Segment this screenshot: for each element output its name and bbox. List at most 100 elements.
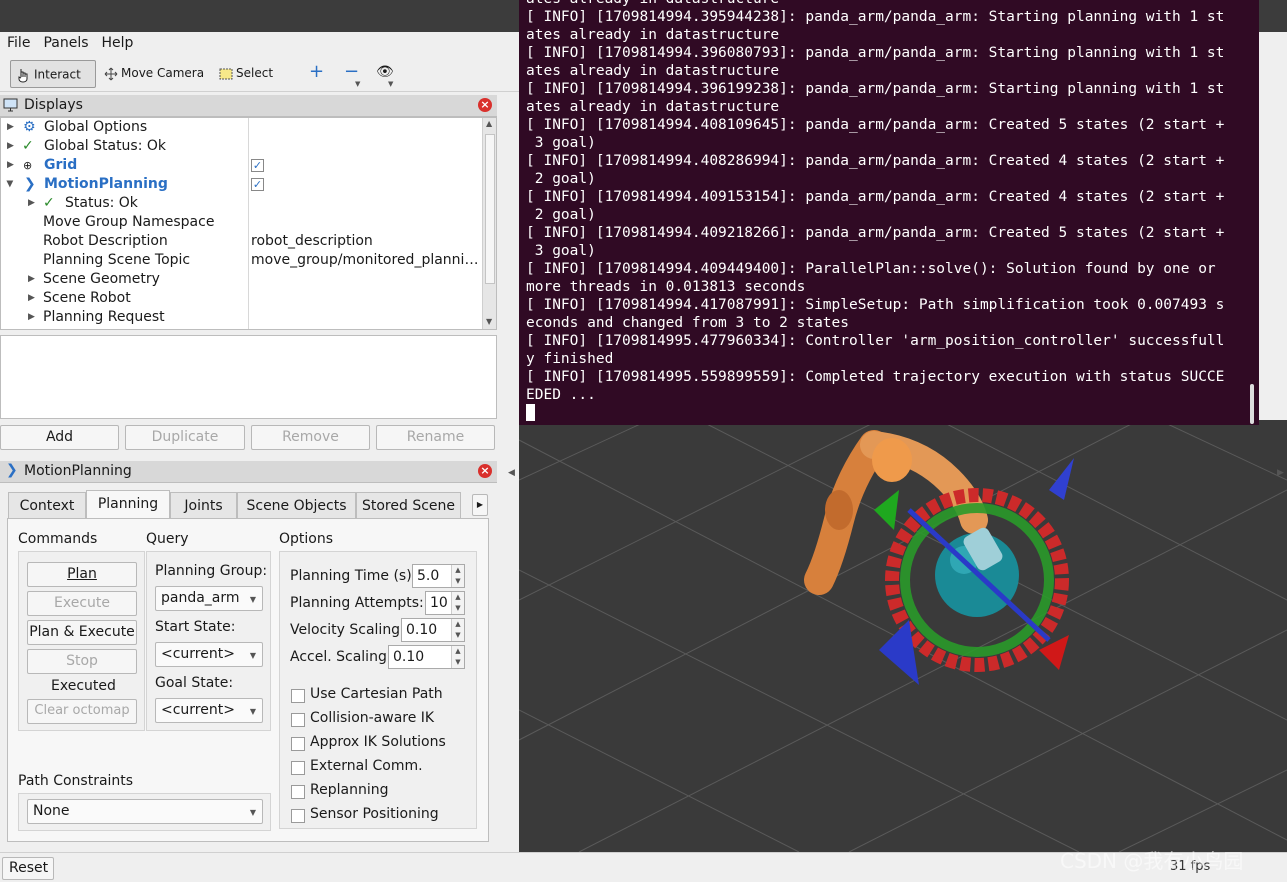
tree-row-global-status[interactable]: ▶ ✓ Global Status: Ok (1, 137, 481, 156)
plan-label: Plan (67, 566, 97, 582)
select-tool-button[interactable]: Select (215, 60, 285, 88)
spin-arrows-icon[interactable]: ▲ ▼ (451, 565, 464, 587)
replanning-checkbox[interactable] (291, 785, 305, 799)
start-state-select[interactable]: <current> ▼ (155, 642, 263, 667)
close-displays-button[interactable]: × (478, 98, 492, 112)
tab-planning[interactable]: Planning (86, 490, 170, 519)
menu-file[interactable]: File (0, 32, 36, 51)
tree-row-motion-planning[interactable]: ▶ ❯ MotionPlanning ✓ (1, 175, 481, 194)
menu-panels[interactable]: Panels (36, 32, 94, 51)
expand-arrow-icon[interactable]: ▶ (7, 141, 14, 151)
remove-tool-button[interactable]: − ▼ (340, 60, 362, 88)
splitter-right-arrow-icon[interactable]: ▶ (1277, 468, 1284, 478)
splitter-left-arrow-icon[interactable]: ◀ (508, 468, 515, 478)
hand-pointer-icon (18, 69, 28, 83)
add-tool-button[interactable]: + (305, 60, 325, 88)
tab-stored-scenes[interactable]: Stored Scene (356, 492, 461, 519)
planning-time-spinbox[interactable]: 5.0 ▲ ▼ (412, 564, 465, 588)
tree-row-label: Global Options (44, 119, 148, 135)
options-heading: Options (279, 531, 334, 547)
scroll-up-icon[interactable]: ▲ (486, 119, 492, 128)
tab-scene-objects[interactable]: Scene Objects (237, 492, 356, 519)
expand-arrow-icon[interactable]: ▶ (4, 181, 14, 188)
terminal-scrollbar[interactable] (1250, 384, 1254, 424)
scrollbar-thumb[interactable] (485, 134, 495, 284)
tree-row-label: Move Group Namespace (43, 214, 215, 230)
reset-button[interactable]: Reset (2, 857, 54, 880)
planning-tab-panel: Commands Query Options Plan Execute Plan… (7, 518, 489, 842)
use-cartesian-path-checkbox[interactable] (291, 689, 305, 703)
execute-button[interactable]: Execute (27, 591, 137, 616)
tree-row-planning-scene-topic[interactable]: Planning Scene Topic move_group/monitore… (1, 251, 481, 270)
plan-and-execute-button[interactable]: Plan & Execute (27, 620, 137, 645)
query-heading: Query (146, 531, 189, 547)
spin-arrows-icon[interactable]: ▲ ▼ (451, 592, 464, 614)
planning-group-select[interactable]: panda_arm ▼ (155, 586, 263, 611)
interact-label: Interact (34, 67, 81, 82)
close-motion-planning-button[interactable]: × (478, 464, 492, 478)
planning-time-label: Planning Time (s): (290, 568, 417, 584)
path-constraints-select[interactable]: None ▼ (27, 799, 263, 824)
tree-row-label: MotionPlanning (44, 176, 168, 192)
tree-row-global-options[interactable]: ▶ ⚙ Global Options (1, 118, 481, 137)
close-icon: × (480, 464, 490, 477)
tab-scroll-right-button[interactable]: ▶ (472, 494, 488, 516)
tree-row-label: Planning Request (43, 309, 165, 325)
tree-row-scene-geometry[interactable]: ▶ Scene Geometry (1, 270, 481, 289)
tree-row-scene-robot[interactable]: ▶ Scene Robot (1, 289, 481, 308)
tree-row-planning-request[interactable]: ▶ Planning Request (1, 308, 481, 327)
interact-tool-button[interactable]: Interact (10, 60, 96, 88)
terminal-line: EDED ... (526, 387, 596, 403)
tree-row-grid[interactable]: ▶ ⊕ Grid ✓ (1, 156, 481, 175)
tree-row-status[interactable]: ▶ ✓ Status: Ok (1, 194, 481, 213)
tree-row-move-group-namespace[interactable]: Move Group Namespace (1, 213, 481, 232)
tree-row-robot-description[interactable]: Robot Description robot_description (1, 232, 481, 251)
planning-group-value: panda_arm (161, 590, 240, 606)
expand-arrow-icon[interactable]: ▶ (28, 274, 35, 284)
motion-planning-enabled-checkbox[interactable]: ✓ (251, 178, 264, 191)
tab-context[interactable]: Context (8, 492, 86, 519)
scroll-down-icon[interactable]: ▼ (486, 317, 492, 326)
plus-icon: + (309, 61, 325, 82)
accel-scaling-spinbox[interactable]: 0.10 ▲ ▼ (388, 645, 465, 669)
view-tool-button[interactable]: 👁 ▼ (372, 60, 396, 88)
planning-attempts-label: Planning Attempts: (290, 595, 424, 611)
motion-planning-title: MotionPlanning (24, 463, 132, 479)
expand-arrow-icon[interactable]: ▶ (28, 312, 35, 322)
options-group: Planning Time (s): 5.0 ▲ ▼ Planning Attemp… (279, 551, 477, 829)
terminal-line: [ INFO] [1709814994.408286994]: panda_ar… (526, 153, 1225, 169)
external-comm-checkbox[interactable] (291, 761, 305, 775)
menu-help[interactable]: Help (95, 32, 140, 51)
expand-arrow-icon[interactable]: ▶ (28, 198, 35, 208)
rename-display-button[interactable]: Rename (376, 425, 495, 450)
displays-scrollbar[interactable]: ▲ ▼ (482, 118, 496, 329)
remove-display-button[interactable]: Remove (251, 425, 370, 450)
spin-arrows-icon[interactable]: ▲ ▼ (451, 646, 464, 668)
add-display-button[interactable]: Add (0, 425, 119, 450)
terminal-line: [ INFO] [1709814994.409153154]: panda_ar… (526, 189, 1225, 205)
planning-attempts-spinbox[interactable]: 10 ▲ ▼ (425, 591, 465, 615)
stop-button[interactable]: Stop (27, 649, 137, 674)
goal-state-select[interactable]: <current> ▼ (155, 698, 263, 723)
terminal-line: ates already in datastructure (526, 0, 1259, 8)
tree-row-value[interactable]: move_group/monitored_planning_scene (251, 252, 479, 268)
terminal-window[interactable]: ates already in datastructure [ INFO] [1… (519, 0, 1259, 425)
grid-enabled-checkbox[interactable]: ✓ (251, 159, 264, 172)
move-camera-tool-button[interactable]: Move Camera (100, 60, 210, 88)
tab-joints[interactable]: Joints (170, 492, 237, 519)
spin-arrows-icon[interactable]: ▲ ▼ (451, 619, 464, 641)
duplicate-display-button[interactable]: Duplicate (125, 425, 245, 450)
expand-arrow-icon[interactable]: ▶ (7, 122, 14, 132)
collision-aware-ik-checkbox[interactable] (291, 713, 305, 727)
expand-arrow-icon[interactable]: ▶ (28, 293, 35, 303)
velocity-scaling-spinbox[interactable]: 0.10 ▲ ▼ (401, 618, 465, 642)
approx-ik-checkbox[interactable] (291, 737, 305, 751)
plan-button[interactable]: Plan (27, 562, 137, 587)
tree-row-value[interactable]: robot_description (251, 233, 479, 249)
clear-octomap-button[interactable]: Clear octomap (27, 699, 137, 724)
expand-arrow-icon[interactable]: ▶ (7, 160, 14, 170)
approx-ik-label: Approx IK Solutions (310, 734, 446, 750)
sensor-positioning-checkbox[interactable] (291, 809, 305, 823)
eye-icon: 👁 (376, 64, 394, 80)
3d-viewport[interactable]: ▶ (519, 420, 1287, 852)
